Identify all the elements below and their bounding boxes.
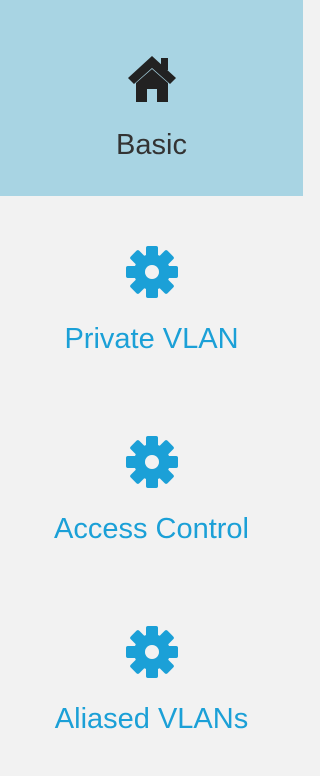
home-icon bbox=[127, 56, 176, 102]
gear-icon bbox=[125, 436, 178, 488]
sidebar-item-label: Private VLAN bbox=[64, 323, 239, 355]
sidebar-item-label: Aliased VLANs bbox=[54, 703, 249, 735]
sidebar-item-label: Access Control bbox=[53, 513, 249, 545]
sidebar-item-aliased-vlans[interactable]: Aliased VLANs bbox=[0, 576, 303, 766]
gear-icon bbox=[125, 246, 178, 298]
sidebar-item-basic[interactable]: Basic bbox=[0, 0, 303, 196]
sidebar-item-label: Basic bbox=[116, 129, 187, 161]
sidebar-item-private-vlan[interactable]: Private VLAN bbox=[0, 196, 303, 386]
gear-icon bbox=[125, 626, 178, 678]
sidebar-nav: Basic Private VLAN Access Control Aliase… bbox=[0, 0, 303, 776]
sidebar-item-access-control[interactable]: Access Control bbox=[0, 386, 303, 576]
